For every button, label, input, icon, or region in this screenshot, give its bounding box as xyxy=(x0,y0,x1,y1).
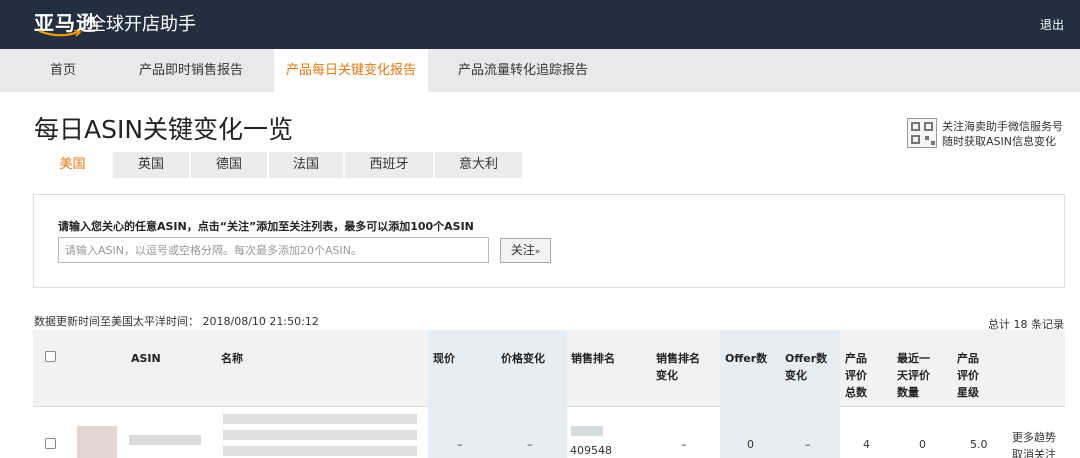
sales-rank-blurred xyxy=(571,426,603,436)
col-recent-reviews-line-3: 数量 xyxy=(897,386,919,399)
col-review-total-line-3: 总数 xyxy=(845,386,867,399)
row-checkbox[interactable] xyxy=(45,438,56,449)
name-blurred-line-1 xyxy=(223,414,417,424)
tab-uk[interactable]: 英国 xyxy=(113,152,189,178)
col-sales-rank[interactable]: 销售排名 xyxy=(571,330,615,407)
asin-follow-panel: 请输入您关心的任意ASIN，点击“关注”添加至关注列表，最多可以添加100个AS… xyxy=(33,194,1065,288)
follow-instructions: 请输入您关心的任意ASIN，点击“关注”添加至关注列表，最多可以添加100个AS… xyxy=(58,220,474,233)
follow-button-label: 关注 xyxy=(510,243,535,257)
tab-es[interactable]: 西班牙 xyxy=(345,152,433,178)
unfollow-link[interactable]: 取消关注 xyxy=(1012,446,1056,458)
nav-traffic-conversion-report[interactable]: 产品流量转化追踪报告 xyxy=(448,49,598,92)
tab-fr[interactable]: 法国 xyxy=(269,152,343,178)
amazon-smile-icon xyxy=(38,30,82,37)
chevron-down-icon: » xyxy=(534,247,541,257)
name-blurred-line-2 xyxy=(223,430,417,440)
col-review-total[interactable]: 产品 评价 总数 xyxy=(845,330,867,407)
col-sales-rank-change-line-1: 销售排名 xyxy=(656,352,700,365)
col-star-rating[interactable]: 产品 评价 星级 xyxy=(957,330,979,407)
nav-home[interactable]: 首页 xyxy=(34,49,92,92)
asin-input[interactable] xyxy=(58,237,489,263)
col-recent-reviews-line-1: 最近一 xyxy=(897,352,930,365)
col-name[interactable]: 名称 xyxy=(221,330,243,407)
follow-button[interactable]: 关注» xyxy=(500,238,551,263)
nav-realtime-sales-report[interactable]: 产品即时销售报告 xyxy=(128,49,254,92)
col-asin[interactable]: ASIN xyxy=(131,330,161,407)
cell-price-change: – xyxy=(527,438,533,451)
col-star-rating-line-3: 星级 xyxy=(957,386,979,399)
cell-sales-rank: 409548 xyxy=(570,444,612,457)
tab-de[interactable]: 德国 xyxy=(191,152,267,178)
col-sales-rank-change[interactable]: 销售排名 变化 xyxy=(656,330,700,407)
cell-sales-rank-change: – xyxy=(681,438,687,451)
cell-star-rating: 5.0 xyxy=(970,438,988,451)
col-offer-change-line-1: Offer数 xyxy=(785,352,828,365)
more-trends-link[interactable]: 更多趋势 xyxy=(1012,429,1056,445)
product-thumbnail xyxy=(77,426,117,458)
tab-it[interactable]: 意大利 xyxy=(435,152,522,178)
col-offer-change[interactable]: Offer数 变化 xyxy=(785,330,827,407)
cell-review-total: 4 xyxy=(863,438,870,451)
col-offer[interactable]: Offer数 xyxy=(725,330,767,407)
top-bar: 亚马逊 全球开店助手 退出 xyxy=(0,0,1080,49)
wechat-promo-line-2: 随时获取ASIN信息变化 xyxy=(942,135,1056,148)
col-price-change[interactable]: 价格变化 xyxy=(501,330,545,407)
cell-offer: 0 xyxy=(747,438,754,451)
wechat-promo-line-1: 关注海卖助手微信服务号 xyxy=(942,120,1063,133)
col-review-total-line-1: 产品 xyxy=(845,352,867,365)
wechat-promo: 关注海卖助手微信服务号 随时获取ASIN信息变化 xyxy=(942,119,1063,149)
col-recent-reviews[interactable]: 最近一 天评价 数量 xyxy=(897,330,930,407)
asin-blurred xyxy=(129,435,201,445)
logout-link[interactable]: 退出 xyxy=(1040,16,1064,33)
nav-daily-key-change-report[interactable]: 产品每日关键变化报告 xyxy=(274,49,428,92)
page-title: 每日ASIN关键变化一览 xyxy=(34,115,294,144)
main-nav: 首页 产品即时销售报告 产品每日关键变化报告 产品流量转化追踪报告 xyxy=(0,49,1080,92)
tab-us[interactable]: 美国 xyxy=(34,152,111,178)
col-star-rating-line-2: 评价 xyxy=(957,369,979,382)
update-time: 数据更新时间至美国太平洋时间： 2018/08/10 21:50:12 xyxy=(34,315,319,328)
qr-code-icon[interactable] xyxy=(907,118,937,148)
col-review-total-line-2: 评价 xyxy=(845,369,867,382)
col-recent-reviews-line-2: 天评价 xyxy=(897,369,930,382)
cell-price: – xyxy=(457,438,463,451)
cell-offer-change: – xyxy=(805,438,811,451)
col-price[interactable]: 现价 xyxy=(433,330,455,407)
col-offer-change-line-2: 变化 xyxy=(785,369,807,382)
cell-recent-reviews: 0 xyxy=(919,438,926,451)
col-sales-rank-change-line-2: 变化 xyxy=(656,369,678,382)
col-star-rating-line-1: 产品 xyxy=(957,352,979,365)
select-all-checkbox[interactable] xyxy=(45,351,56,362)
app-name: 全球开店助手 xyxy=(88,14,196,35)
name-blurred-line-3 xyxy=(223,446,417,456)
